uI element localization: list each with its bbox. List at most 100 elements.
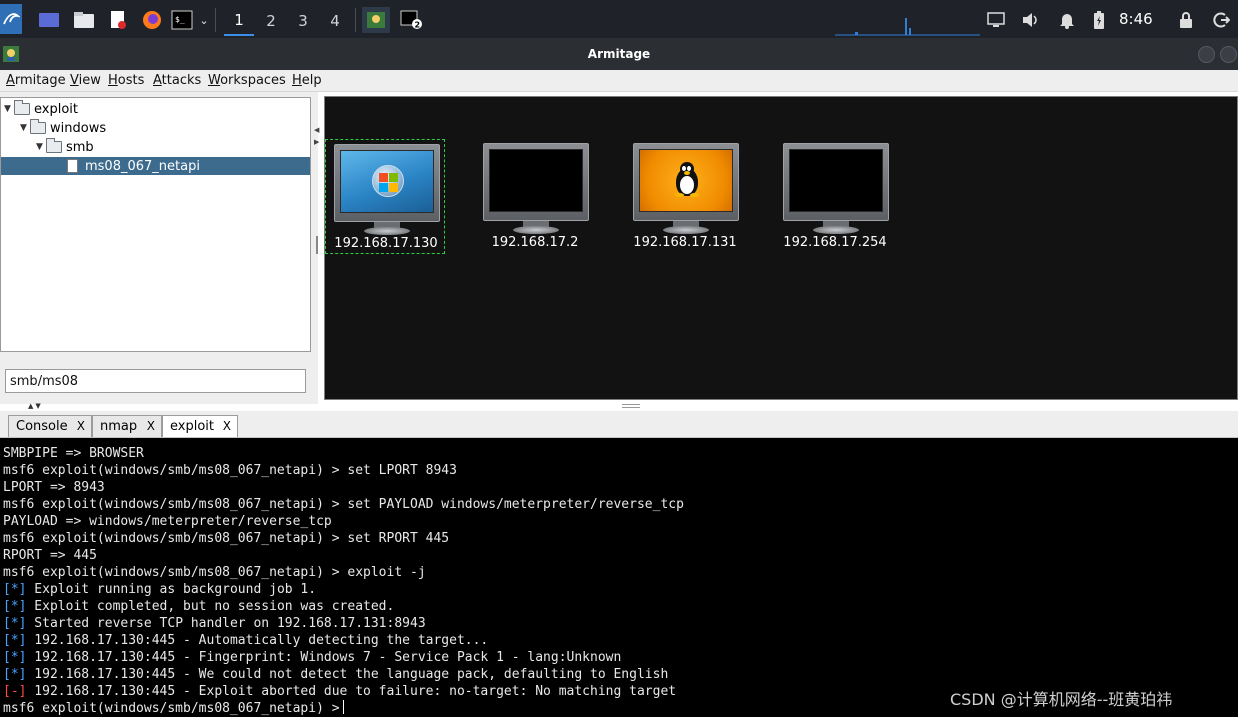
file-manager-icon[interactable] — [72, 7, 96, 33]
clock[interactable]: 8:46 — [1119, 10, 1153, 28]
panel-separator — [215, 8, 216, 32]
battery-icon[interactable] — [1090, 7, 1108, 33]
monitor-base — [813, 226, 859, 234]
console-prompt[interactable]: msf6 exploit(windows/smb/ms08_067_netapi… — [3, 700, 344, 717]
armitage-window-button[interactable] — [362, 7, 390, 33]
host-192-168-17-130[interactable]: 192.168.17.130 — [325, 139, 445, 254]
console-line: [*] Exploit completed, but no session wa… — [3, 598, 394, 615]
monitor-base — [364, 227, 410, 235]
logout-icon[interactable] — [1210, 7, 1232, 33]
maximize-button[interactable] — [1220, 46, 1237, 63]
tux-penguin-icon — [675, 162, 699, 197]
workspace-4[interactable]: 4 — [320, 6, 350, 36]
host-ip-label: 192.168.17.2 — [491, 235, 579, 250]
console-line: msf6 exploit(windows/smb/ms08_067_netapi… — [3, 565, 426, 580]
tree-node-windows[interactable]: ▼ windows — [20, 119, 106, 137]
blank-screen — [789, 149, 883, 212]
console-line: msf6 exploit(windows/smb/ms08_067_netapi… — [3, 497, 684, 512]
console-line: [*] 192.168.17.130:445 - We could not de… — [3, 666, 668, 683]
console-text: Exploit running as background job 1. — [26, 582, 317, 597]
firefox-icon[interactable] — [140, 7, 164, 33]
info-marker: [*] — [3, 667, 27, 682]
tab-close-button[interactable]: X — [77, 419, 85, 433]
horizontal-splitter[interactable] — [622, 404, 640, 408]
tree-node-exploit[interactable]: ▼ exploit — [4, 100, 78, 118]
console-text: Started reverse TCP handler on 192.168.1… — [26, 616, 426, 631]
error-marker: [-] — [3, 684, 27, 699]
menu-hosts[interactable]: Hosts — [108, 73, 144, 88]
svg-text:2: 2 — [415, 21, 421, 30]
console-line: [-] 192.168.17.130:445 - Exploit aborted… — [3, 683, 676, 700]
console-line: [*] Started reverse TCP handler on 192.1… — [3, 615, 426, 632]
console-line: msf6 exploit(windows/smb/ms08_067_netapi… — [3, 463, 457, 478]
targets-view[interactable]: 192.168.17.130 192.168.17.2 192.168.17.1… — [324, 96, 1238, 400]
info-marker: [*] — [3, 582, 27, 597]
kali-menu-icon[interactable] — [0, 4, 22, 34]
expand-triangle-icon[interactable]: ▼ — [4, 104, 14, 114]
lock-icon[interactable] — [1176, 7, 1196, 33]
tab-label: exploit — [170, 419, 214, 434]
text-cursor — [342, 700, 344, 714]
workspace-2[interactable]: 2 — [256, 6, 286, 36]
menu-view[interactable]: View — [70, 73, 101, 88]
menu-armitage[interactable]: Armitage — [6, 73, 66, 88]
info-marker: [*] — [3, 633, 27, 648]
console-text: 192.168.17.130:445 - Automatically detec… — [26, 633, 489, 648]
console-line: [*] 192.168.17.130:445 - Fingerprint: Wi… — [3, 649, 621, 666]
window-titlebar[interactable]: Armitage — [0, 38, 1238, 70]
module-tree[interactable]: ▼ exploit ▼ windows ▼ smb ms08_067_netap… — [0, 97, 311, 352]
expand-triangle-icon[interactable]: ▼ — [36, 142, 46, 152]
window-title: Armitage — [587, 47, 651, 61]
host-ip-label: 192.168.17.254 — [783, 235, 887, 250]
console-line: SMBPIPE => BROWSER — [3, 446, 144, 461]
menu-attacks[interactable]: Attacks — [153, 73, 201, 88]
module-search-input[interactable] — [5, 369, 306, 393]
show-desktop-icon[interactable] — [37, 7, 61, 33]
folder-icon — [30, 119, 46, 134]
workspace-3[interactable]: 3 — [288, 6, 318, 36]
tab-exploit[interactable]: exploit X — [162, 415, 238, 437]
menu-help[interactable]: Help — [292, 73, 322, 88]
workspace-1[interactable]: 1 — [224, 6, 254, 36]
tree-node-ms08-067-netapi[interactable]: ms08_067_netapi — [1, 157, 310, 175]
display-icon[interactable] — [985, 7, 1007, 33]
host-192-168-17-2[interactable]: 192.168.17.2 — [475, 139, 595, 254]
tree-node-smb[interactable]: ▼ smb — [36, 138, 94, 156]
text-editor-icon[interactable] — [107, 7, 129, 33]
info-marker: [*] — [3, 616, 27, 631]
console-line: [*] Exploit running as background job 1. — [3, 581, 316, 598]
terminal-icon[interactable]: $_ — [170, 7, 194, 33]
menu-workspaces[interactable]: Workspaces — [208, 73, 286, 88]
console-line: [*] 192.168.17.130:445 - Automatically d… — [3, 632, 488, 649]
tab-close-button[interactable]: X — [223, 419, 231, 433]
tab-nmap[interactable]: nmap X — [92, 415, 162, 437]
tab-label: Console — [16, 419, 68, 434]
collapse-arrows-icon[interactable]: ▲▼ — [28, 402, 43, 410]
arrow-right-icon[interactable]: ▶ — [314, 138, 319, 146]
notification-bell-icon[interactable] — [1056, 7, 1078, 33]
blank-screen — [489, 149, 583, 212]
info-marker: [*] — [3, 650, 27, 665]
volume-icon[interactable] — [1020, 7, 1042, 33]
tab-close-button[interactable]: X — [147, 419, 155, 433]
minimize-button[interactable] — [1198, 46, 1215, 63]
info-marker: [*] — [3, 599, 27, 614]
console-output[interactable]: SMBPIPE => BROWSER msf6 exploit(windows/… — [0, 438, 1238, 717]
module-browser: ▼ exploit ▼ windows ▼ smb ms08_067_netap… — [0, 92, 318, 404]
console-line: msf6 exploit(windows/smb/ms08_067_netapi… — [3, 531, 450, 546]
tab-console[interactable]: Console X — [8, 415, 92, 437]
arrow-left-icon[interactable]: ◀ — [314, 126, 319, 134]
terminal-window-button[interactable]: 2 — [398, 7, 426, 33]
host-192-168-17-254[interactable]: 192.168.17.254 — [775, 139, 895, 254]
panel-separator — [355, 8, 356, 32]
host-ip-label: 192.168.17.130 — [334, 236, 438, 251]
svg-text:$_: $_ — [175, 15, 185, 24]
monitor-icon — [334, 144, 440, 222]
chevron-down-icon[interactable]: ⌄ — [197, 7, 211, 33]
folder-icon — [46, 138, 62, 153]
console-text: Exploit completed, but no session was cr… — [26, 599, 395, 614]
console-text: 192.168.17.130:445 - Exploit aborted due… — [26, 684, 677, 699]
host-192-168-17-131[interactable]: 192.168.17.131 — [625, 139, 745, 254]
folder-icon — [14, 100, 30, 115]
expand-triangle-icon[interactable]: ▼ — [20, 123, 30, 133]
